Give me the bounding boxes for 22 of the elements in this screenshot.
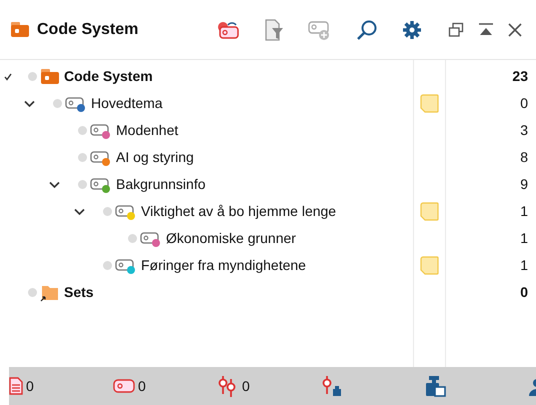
tree-item-label[interactable]: Code System <box>64 66 153 87</box>
tree-item-label[interactable]: Føringer fra myndighetene <box>141 255 306 276</box>
code-count: 3 <box>520 121 528 140</box>
tree-item-label[interactable]: Hovedtema <box>91 93 163 114</box>
code-count: 1 <box>520 229 528 248</box>
tree-item-label[interactable]: Modenhet <box>116 120 178 141</box>
status-count: 0 <box>26 376 34 396</box>
status-count: 0 <box>138 376 146 396</box>
status-count: 0 <box>242 376 250 396</box>
code-count: 1 <box>520 256 528 275</box>
code-count: 1 <box>520 202 528 221</box>
tree-item-label[interactable]: AI og styring <box>116 147 194 168</box>
code-count: 0 <box>520 94 528 113</box>
tree-item-label[interactable]: Sets <box>64 282 94 303</box>
tree-item-label[interactable]: Økonomiske grunner <box>166 228 296 249</box>
code-count: 9 <box>520 175 528 194</box>
code-count: 0 <box>520 283 528 302</box>
code-count: 8 <box>520 148 528 167</box>
tree-item-label[interactable]: Viktighet av å bo hjemme lenge <box>141 201 336 222</box>
code-count: 23 <box>512 67 528 86</box>
panel-title: Code System <box>37 20 138 40</box>
tree-item-label[interactable]: Bakgrunnsinfo <box>116 174 206 195</box>
